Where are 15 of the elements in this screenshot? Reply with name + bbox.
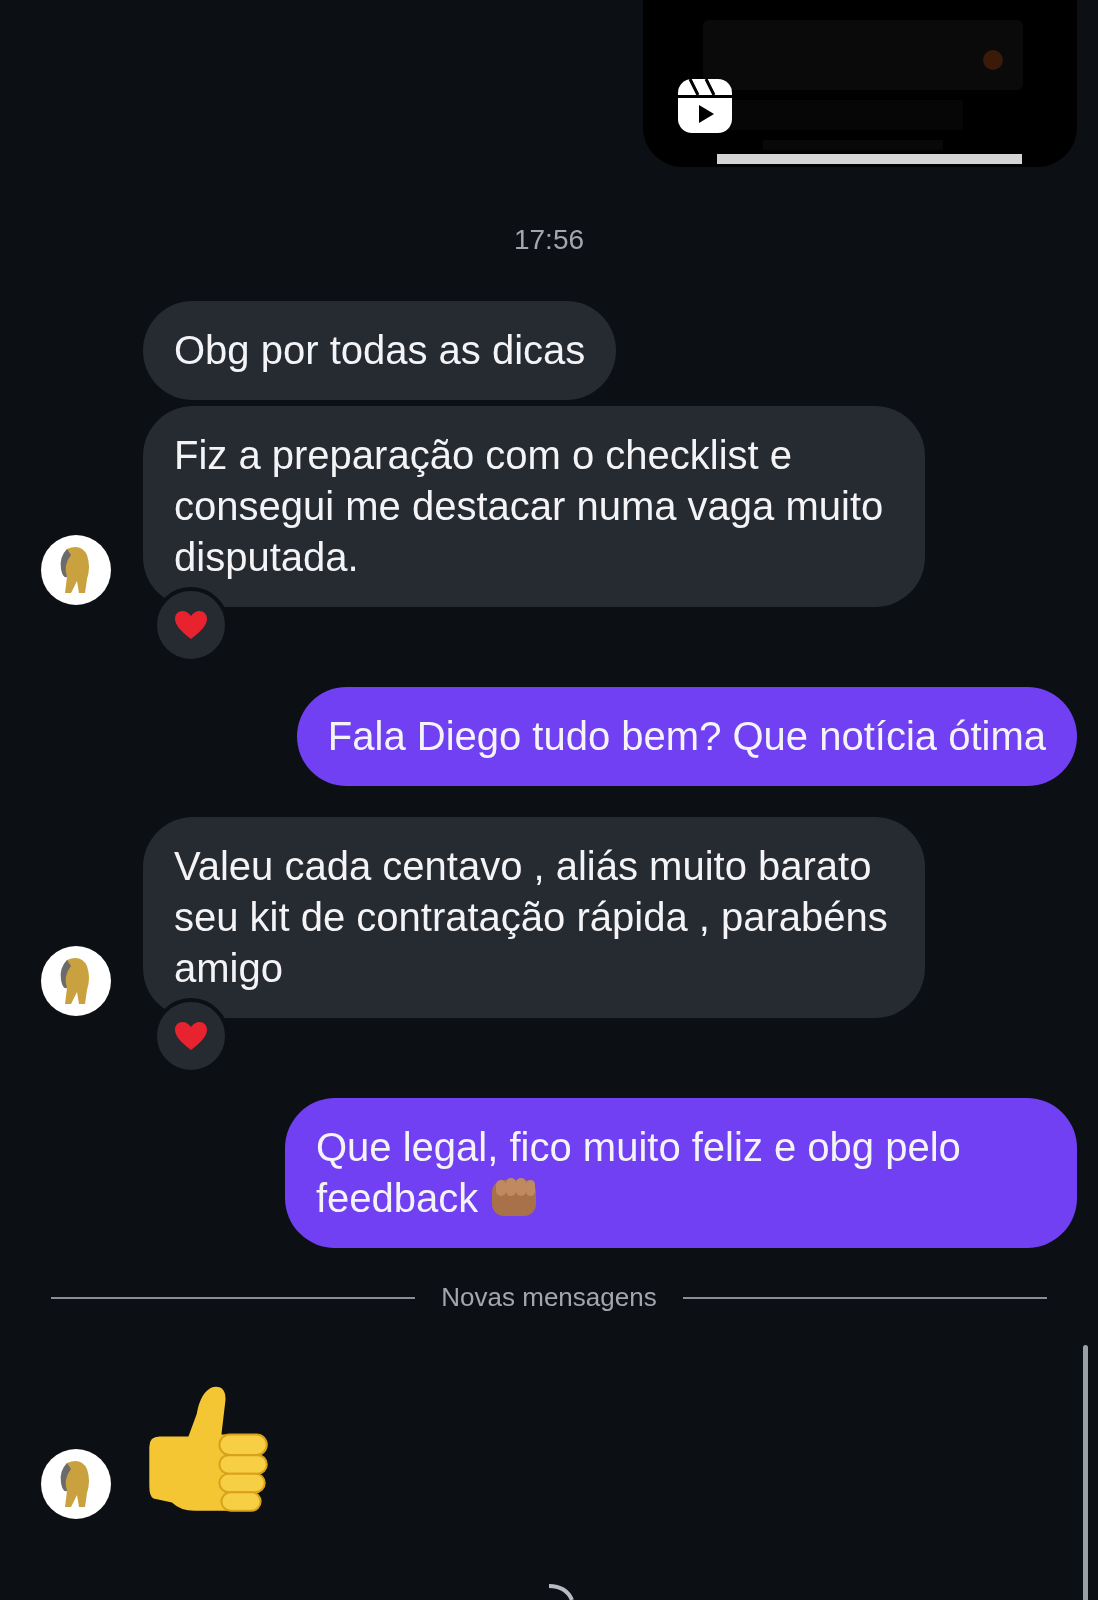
message-bubble: Valeu cada centavo , aliás muito barato seu kit de contratação rápida , parabéns amigo — [143, 817, 925, 1018]
avatar — [41, 1449, 111, 1519]
avatar — [41, 946, 111, 1016]
avatar — [41, 535, 111, 605]
heart-icon — [174, 1021, 208, 1051]
message-bubble: Fala Diego tudo bem? Que notícia ótima — [296, 687, 1077, 786]
message-bubble: Obg por todas as dicas — [143, 301, 617, 400]
reel-icon — [676, 77, 734, 135]
scrollbar[interactable] — [1083, 1345, 1088, 1600]
message-bubble: Que legal, fico muito feliz e obg pelo feedback — [285, 1098, 1077, 1248]
new-messages-divider: Novas mensagens — [441, 1281, 657, 1314]
loading-spinner-icon — [546, 1582, 576, 1600]
heart-icon — [174, 610, 208, 640]
message-bubble: Fiz a preparação com o checklist e consegui me destacar numa vaga muito disputada. — [143, 406, 925, 607]
timestamp: 17:56 — [512, 223, 586, 257]
